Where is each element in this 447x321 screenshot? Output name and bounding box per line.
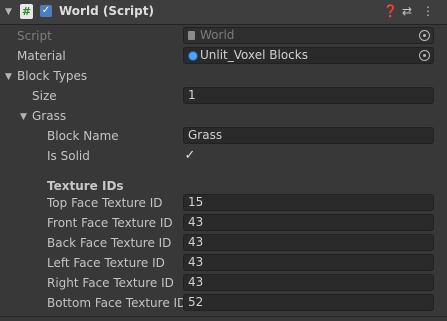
texture-ids-header: Texture IDs [47, 179, 124, 193]
question-icon[interactable]: ❓ [383, 4, 398, 18]
top-face-label: Top Face Texture ID [47, 196, 163, 210]
bottom-face-field[interactable]: 52 [183, 294, 434, 311]
script-asset-icon [188, 31, 195, 40]
bottom-face-label: Bottom Face Texture ID [47, 296, 187, 310]
back-face-field[interactable]: 43 [183, 234, 434, 251]
object-picker-icon [419, 30, 430, 41]
top-face-field[interactable]: 15 [183, 194, 434, 211]
bottom-divider [0, 316, 447, 317]
foldout-arrow-icon[interactable]: ▼ [5, 7, 12, 17]
material-icon [188, 51, 198, 61]
script-field: World [183, 27, 434, 44]
material-field[interactable]: Unlit_Voxel Blocks [183, 47, 434, 64]
grass-foldout-icon[interactable]: ▼ [20, 112, 27, 122]
right-face-field[interactable]: 43 [183, 274, 434, 291]
block-types-foldout-icon[interactable]: ▼ [5, 72, 12, 82]
object-picker-icon[interactable] [419, 50, 430, 61]
component-header[interactable]: ▼ # ✓ World (Script) ❓ ⇄ ⋮ [0, 0, 447, 25]
script-value: World [200, 28, 235, 42]
is-solid-checkbox[interactable]: ✓ [183, 149, 197, 163]
block-types-label[interactable]: Block Types [17, 67, 87, 85]
size-field[interactable]: 1 [183, 87, 434, 104]
left-face-field[interactable]: 43 [183, 254, 434, 271]
block-name-label: Block Name [47, 129, 119, 143]
script-icon: # [20, 4, 33, 19]
size-label: Size [32, 89, 57, 103]
back-face-label: Back Face Texture ID [47, 236, 172, 250]
material-value: Unlit_Voxel Blocks [200, 48, 308, 62]
block-name-field[interactable]: Grass [183, 127, 434, 144]
front-face-field[interactable]: 43 [183, 214, 434, 231]
kebab-icon[interactable]: ⋮ [422, 4, 434, 18]
front-face-label: Front Face Texture ID [47, 216, 173, 230]
element-label[interactable]: Grass [32, 107, 66, 125]
material-label: Material [17, 49, 66, 63]
sliders-icon[interactable]: ⇄ [402, 4, 412, 18]
is-solid-label: Is Solid [47, 149, 90, 163]
right-face-label: Right Face Texture ID [47, 276, 174, 290]
script-label: Script [17, 29, 52, 43]
left-face-label: Left Face Texture ID [47, 256, 165, 270]
enabled-checkbox[interactable]: ✓ [40, 5, 52, 17]
component-title: World (Script) [59, 4, 154, 18]
